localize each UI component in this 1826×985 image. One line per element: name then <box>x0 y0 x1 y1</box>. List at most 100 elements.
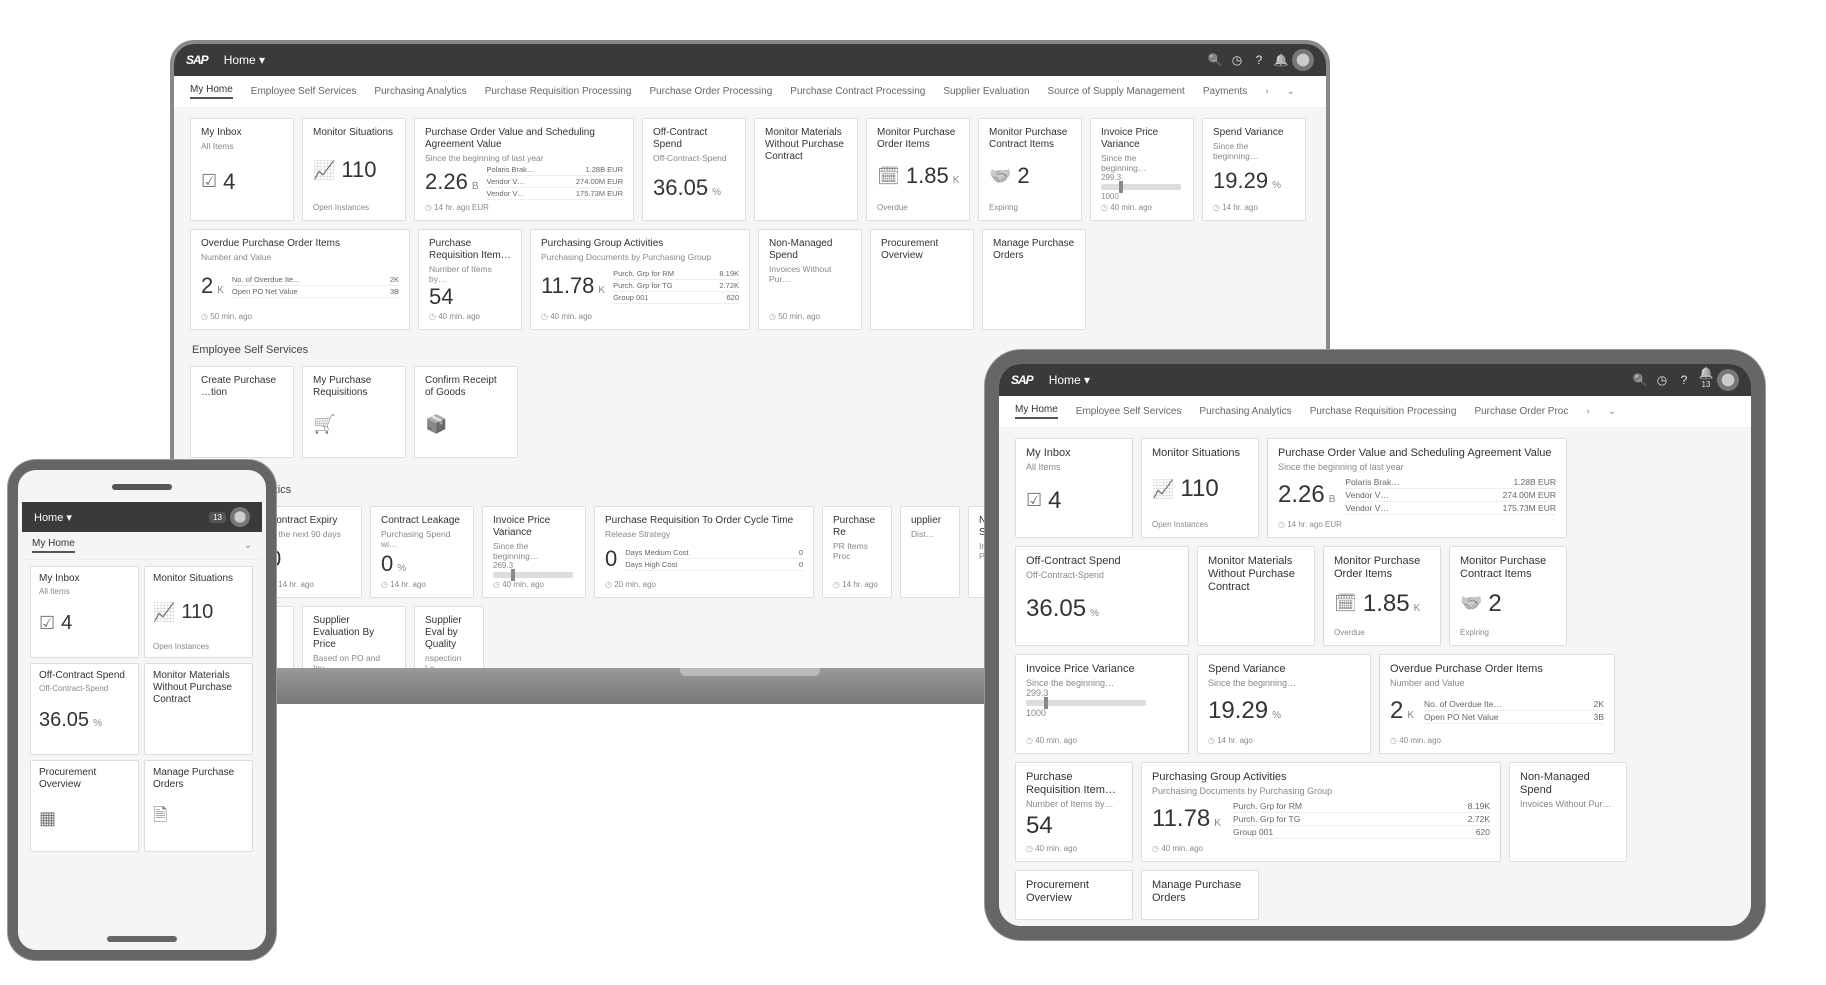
tile-overdue-po[interactable]: Overdue Purchase Order Items Number and … <box>1379 654 1615 754</box>
bell-icon[interactable]: 🔔13 <box>1695 366 1717 395</box>
tile-off-contract[interactable]: Off-Contract Spend Off-Contract-Spend 36… <box>30 663 139 755</box>
tile-monitor-situations[interactable]: Monitor Situations 📈110 Open Instances <box>1141 438 1259 538</box>
tile-monitor-situations[interactable]: Monitor Situations 📈110 Open Instances <box>144 566 253 658</box>
tile-pc-items[interactable]: Monitor Purchase Contract Items 🤝2 Expir… <box>1449 546 1567 646</box>
nav-ess[interactable]: Employee Self Services <box>1076 406 1182 417</box>
nav-tabs-tablet: My Home Employee Self Services Purchasin… <box>999 396 1751 428</box>
tile-overdue-po[interactable]: Overdue Purchase Order Items Number and … <box>190 229 410 330</box>
avatar[interactable] <box>1292 49 1314 71</box>
tile-procurement-overview[interactable]: Procurement Overview <box>870 229 974 330</box>
tile-invoice-variance[interactable]: Invoice Price Variance Since the beginni… <box>1090 118 1194 221</box>
tile-confirm-receipt[interactable]: Confirm Receipt of Goods 📦 <box>414 366 518 458</box>
nav-my-home[interactable]: My Home <box>1015 404 1058 419</box>
tile-my-inbox[interactable]: My Inbox All Items ☑4 <box>30 566 139 658</box>
nav-payments[interactable]: Payments <box>1203 86 1247 97</box>
handshake-icon: 🤝 <box>989 166 1011 187</box>
variance-slider <box>1026 700 1146 706</box>
tile-manage-po[interactable]: Manage Purchase Orders <box>1141 870 1259 920</box>
handshake-icon: 🤝 <box>1460 593 1482 614</box>
tile-materials-no-contract[interactable]: Monitor Materials Without Purchase Contr… <box>754 118 858 221</box>
nav-supplier[interactable]: Supplier Evaluation <box>943 86 1029 97</box>
phone-screen: Home ▾ 13 My Home ⌄ My Inbox All Items ☑… <box>22 502 262 926</box>
nav-my-home[interactable]: My Home <box>32 538 75 553</box>
check-icon: ☑ <box>1026 490 1042 511</box>
nav-more-icon[interactable]: › <box>1265 86 1268 97</box>
tile-non-managed[interactable]: Non-Managed Spend Invoices Without Pur… <box>1509 762 1627 862</box>
tile-my-pr[interactable]: My Purchase Requisitions 🛒 <box>302 366 406 458</box>
dashboard-icon: ▦ <box>39 808 56 829</box>
nav-analytics[interactable]: Purchasing Analytics <box>374 86 466 97</box>
help-icon[interactable]: ? <box>1248 53 1270 67</box>
tile-pr-item[interactable]: Purchase Requisition Item… Number of Ite… <box>418 229 522 330</box>
tile-pg-activity[interactable]: Purchasing Group Activities Purchasing D… <box>1141 762 1501 862</box>
clock-icon[interactable]: ◷ <box>1651 373 1673 387</box>
tile-po-items[interactable]: Monitor Purchase Order Items 🗓1.85K Over… <box>866 118 970 221</box>
tile-materials-no-contract[interactable]: Monitor Materials Without Purchase Contr… <box>144 663 253 755</box>
tile-pc-items[interactable]: Monitor Purchase Contract Items 🤝2 Expir… <box>978 118 1082 221</box>
tile-pr-cycle[interactable]: Purchase Requisition To Order Cycle Time… <box>594 506 814 598</box>
home-dropdown[interactable]: Home ▾ <box>1049 373 1090 387</box>
bell-icon[interactable]: 🔔 <box>1270 53 1292 67</box>
check-icon: ☑ <box>201 171 217 192</box>
tile-off-contract[interactable]: Off-Contract Spend Off-Contract-Spend 36… <box>642 118 746 221</box>
avatar[interactable] <box>230 507 250 527</box>
tile-invoice-variance[interactable]: Invoice Price Variance Since the beginni… <box>1015 654 1189 754</box>
nav-po-proc[interactable]: Purchase Order Proc <box>1474 406 1568 417</box>
variance-slider <box>1101 184 1181 190</box>
tile-procurement-overview[interactable]: Procurement Overview ▦ <box>30 760 139 852</box>
tile-pg-activity[interactable]: Purchasing Group Activities Purchasing D… <box>530 229 750 330</box>
tile-po-items[interactable]: Monitor Purchase Order Items 🗓1.85K Over… <box>1323 546 1441 646</box>
tile-contract-leakage[interactable]: Contract Leakage Purchasing Spend wi… 0%… <box>370 506 474 598</box>
tile-create-pr[interactable]: Create Purchase …tion <box>190 366 294 458</box>
tile-manage-po[interactable]: Manage Purchase Orders <box>982 229 1086 330</box>
sap-logo: SAP <box>1011 373 1033 387</box>
cart-icon: 🛒 <box>313 414 335 435</box>
trend-icon: 📈 <box>153 602 175 623</box>
tile-monitor-situations[interactable]: Monitor Situations 📈110 Open Instances <box>302 118 406 221</box>
home-dropdown[interactable]: Home ▾ <box>34 511 72 524</box>
tile-off-contract[interactable]: Off-Contract Spend Off-Contract-Spend 36… <box>1015 546 1189 646</box>
nav-my-home[interactable]: My Home <box>190 84 233 99</box>
avatar[interactable] <box>1717 369 1739 391</box>
tablet-frame: SAP Home ▾ 🔍 ◷ ? 🔔13 My Home Employee Se… <box>985 350 1765 940</box>
phone-home-button <box>107 936 177 942</box>
tile-non-managed[interactable]: Non-Managed Spend Invoices Without Pur… … <box>758 229 862 330</box>
tile-my-inbox[interactable]: My Inbox All Items ☑4 <box>190 118 294 221</box>
tile-my-inbox[interactable]: My Inbox All Items ☑4 <box>1015 438 1133 538</box>
search-icon[interactable]: 🔍 <box>1629 373 1651 387</box>
phone-speaker <box>112 484 172 490</box>
nav-expand-icon[interactable]: ⌄ <box>244 540 252 551</box>
search-icon[interactable]: 🔍 <box>1204 53 1226 67</box>
nav-analytics[interactable]: Purchasing Analytics <box>1199 406 1291 417</box>
tile-po-value[interactable]: Purchase Order Value and Scheduling Agre… <box>414 118 634 221</box>
tile-spend-variance[interactable]: Spend Variance Since the beginning… 19.2… <box>1202 118 1306 221</box>
tile-spend-variance[interactable]: Spend Variance Since the beginning… 19.2… <box>1197 654 1371 754</box>
tile-materials-no-contract[interactable]: Monitor Materials Without Purchase Contr… <box>1197 546 1315 646</box>
tile-invoice-variance-2[interactable]: Invoice Price Variance Since the beginni… <box>482 506 586 598</box>
help-icon[interactable]: ? <box>1673 373 1695 387</box>
trend-icon: 📈 <box>1152 479 1174 500</box>
nav-more-icon[interactable]: › <box>1586 406 1589 417</box>
nav-ess[interactable]: Employee Self Services <box>251 86 357 97</box>
tile-manage-po[interactable]: Manage Purchase Orders 🗎 <box>144 760 253 852</box>
tile-po-value[interactable]: Purchase Order Value and Scheduling Agre… <box>1267 438 1567 538</box>
notification-badge[interactable]: 13 <box>209 512 226 523</box>
tile-procurement-overview[interactable]: Procurement Overview <box>1015 870 1133 920</box>
tile-pr-item[interactable]: Purchase Requisition Item… Number of Ite… <box>1015 762 1133 862</box>
tile-pr-proc-cut[interactable]: Purchase Re PR Items Proc 14 hr. ago <box>822 506 892 598</box>
clock-icon[interactable]: ◷ <box>1226 53 1248 67</box>
nav-pc-proc[interactable]: Purchase Contract Processing <box>790 86 925 97</box>
tile-board-phone: My Inbox All Items ☑4 Monitor Situations… <box>22 560 262 858</box>
nav-expand-icon[interactable]: ⌄ <box>1287 86 1295 97</box>
nav-expand-icon[interactable]: ⌄ <box>1608 406 1616 417</box>
nav-pr-proc[interactable]: Purchase Requisition Processing <box>485 86 632 97</box>
home-dropdown[interactable]: Home ▾ <box>224 53 265 67</box>
nav-po-proc[interactable]: Purchase Order Processing <box>649 86 772 97</box>
po-value-rows: Polaris Brak…1.28B EUR Vendor V…274.00M … <box>487 164 624 200</box>
shell-bar: SAP Home ▾ 🔍 ◷ ? 🔔 <box>174 44 1326 76</box>
doc-icon: 🗎 <box>153 803 167 833</box>
nav-pr-proc[interactable]: Purchase Requisition Processing <box>1310 406 1457 417</box>
tile-supplier-cut[interactable]: upplier Dist… <box>900 506 960 598</box>
nav-tabs: My Home Employee Self Services Purchasin… <box>174 76 1326 108</box>
nav-sos[interactable]: Source of Supply Management <box>1048 86 1185 97</box>
